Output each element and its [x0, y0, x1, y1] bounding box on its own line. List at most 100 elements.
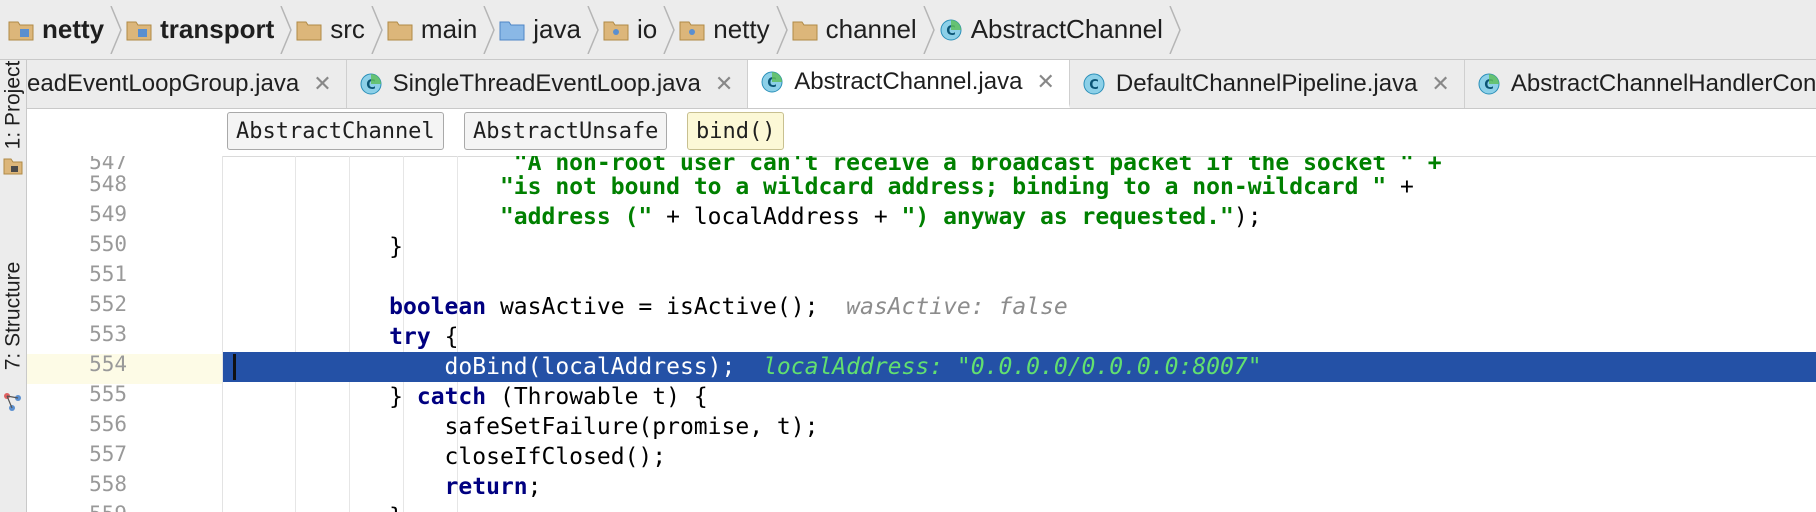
project-icon: [0, 152, 26, 180]
keyword: try: [389, 324, 431, 350]
code-line: return;: [223, 472, 1816, 502]
tab-label: SingleThreadEventLoop.java: [392, 70, 701, 97]
inline-debug-value: localAddress: "0.0.0.0/0.0.0.0:8007": [763, 354, 1262, 380]
code-text: + localAddress +: [652, 204, 902, 230]
project-tool-window-button[interactable]: 1: Project: [0, 60, 26, 150]
breadcrumb-item-abstractchannel[interactable]: C AbstractChannel: [931, 0, 1181, 60]
project-tool-window-label: 1: Project: [1, 60, 24, 150]
line-number: 554: [89, 352, 127, 376]
navigation-breadcrumb-bar: netty transport src main java io netty c…: [0, 0, 1816, 60]
breadcrumb-item-channel[interactable]: channel: [784, 0, 935, 60]
breadcrumb-label: src: [330, 14, 365, 44]
line-number: 549: [89, 202, 127, 226]
text-caret: [233, 354, 236, 380]
line-number: 558: [89, 472, 127, 496]
line-number: 551: [89, 262, 127, 286]
code-line: }: [223, 234, 404, 260]
breadcrumb-item-src[interactable]: src: [288, 0, 383, 60]
breadcrumb-label: transport: [160, 14, 275, 44]
breadcrumb-label: main: [420, 14, 478, 44]
line-number: 555: [89, 382, 127, 406]
structure-breadcrumb-bar: AbstractChannel AbstractUnsafe bind(): [27, 109, 1816, 157]
abstract-class-icon: C: [939, 18, 963, 42]
breadcrumb-label: netty: [713, 14, 770, 44]
line-number: 550: [89, 232, 127, 256]
tab-abstractchannel[interactable]: C AbstractChannel.java ✕: [748, 60, 1070, 108]
breadcrumb-label: java: [533, 14, 581, 44]
close-icon[interactable]: ✕: [1036, 69, 1054, 95]
code-line: }: [223, 502, 1816, 512]
tab-eadeventloopgroup[interactable]: eadEventLoopGroup.java ✕: [27, 60, 347, 108]
code-text: +: [1386, 174, 1414, 200]
keyword: catch: [416, 384, 487, 410]
code-line: "is not bound to a wildcard address; bin…: [223, 172, 1816, 202]
string-literal: "address (": [499, 204, 653, 230]
abstract-class-icon: C: [760, 70, 784, 94]
editor-tab-bar: eadEventLoopGroup.java ✕ C SingleThreadE…: [27, 60, 1816, 109]
structure-crumb-inner-class[interactable]: AbstractUnsafe: [464, 112, 668, 150]
abstract-class-icon: C: [1477, 72, 1501, 96]
tab-label: eadEventLoopGroup.java: [27, 70, 300, 97]
code-text: }: [389, 384, 417, 410]
close-icon[interactable]: ✕: [1431, 71, 1449, 97]
tab-singlethreadeventloop[interactable]: C SingleThreadEventLoop.java ✕: [347, 60, 749, 108]
line-number: 559: [27, 502, 127, 512]
breadcrumb-item-netty-package[interactable]: netty: [671, 0, 788, 60]
tab-label: AbstractChannel.java: [794, 68, 1023, 95]
package-icon: [679, 19, 705, 41]
string-literal: ") anyway as requested.": [901, 204, 1234, 230]
code-line: "address (" + localAddress + ") anyway a…: [223, 202, 1816, 232]
editor-gutter[interactable]: 547 548 549 550 551 552 553 554 555 556 …: [27, 156, 223, 512]
breadcrumb-label: netty: [42, 14, 105, 44]
line-number: 552: [89, 292, 127, 316]
inline-debug-value: wasActive: false: [846, 294, 1068, 320]
folder-icon: [792, 19, 818, 41]
tab-defaultchannelpipeline[interactable]: C DefaultChannelPipeline.java ✕: [1070, 60, 1465, 108]
code-text: ;: [527, 474, 542, 500]
tab-label: DefaultChannelPipeline.java: [1115, 70, 1418, 97]
tool-window-strip: 1: Project 7: Structure: [0, 60, 27, 512]
code-text: (Throwable t) {: [486, 384, 708, 410]
code-editor[interactable]: "A non-root user can't receive a broadca…: [223, 156, 1816, 512]
line-number: 556: [89, 412, 127, 436]
close-icon[interactable]: ✕: [313, 71, 331, 97]
code-line: try {: [223, 322, 1816, 352]
keyword: return: [444, 474, 528, 500]
close-icon[interactable]: ✕: [715, 71, 733, 97]
class-icon: C: [1082, 72, 1106, 96]
breadcrumb-item-netty-module[interactable]: netty: [0, 0, 122, 60]
breadcrumb-item-java[interactable]: java: [491, 0, 599, 60]
breadcrumb-item-io[interactable]: io: [595, 0, 676, 60]
line-number: 557: [89, 442, 127, 466]
module-folder-icon: [8, 19, 34, 41]
breadcrumb-item-transport-module[interactable]: transport: [118, 0, 293, 60]
code-line: } catch (Throwable t) {: [223, 382, 1816, 412]
breadcrumb-item-main[interactable]: main: [379, 0, 496, 60]
structure-crumb-method[interactable]: bind(): [687, 112, 785, 150]
structure-icon: [0, 388, 26, 416]
tab-label: AbstractChannelHandlerCon: [1510, 70, 1816, 97]
structure-crumb-class[interactable]: AbstractChannel: [227, 112, 444, 150]
breadcrumb-label: AbstractChannel: [970, 14, 1163, 44]
code-text: doBind(localAddress);: [223, 354, 736, 380]
code-text: );: [1233, 204, 1262, 230]
code-line: safeSetFailure(promise, t);: [223, 414, 819, 440]
string-literal: "is not bound to a wildcard address; bin…: [499, 174, 1387, 200]
breadcrumb-label: channel: [825, 14, 917, 44]
line-number: 548: [89, 172, 127, 196]
tab-abstractchannelhandlercontext[interactable]: C AbstractChannelHandlerCon: [1465, 60, 1816, 108]
folder-icon: [296, 19, 322, 41]
execution-point-line: doBind(localAddress); localAddress: "0.0…: [223, 352, 1816, 382]
svg-text:C: C: [1089, 78, 1099, 93]
module-folder-icon: [126, 19, 152, 41]
structure-tool-window-button[interactable]: 7: Structure: [0, 246, 26, 386]
code-line: boolean wasActive = isActive(); wasActiv…: [223, 292, 1816, 322]
abstract-class-icon: C: [359, 72, 383, 96]
code-line: closeIfClosed();: [223, 444, 667, 470]
